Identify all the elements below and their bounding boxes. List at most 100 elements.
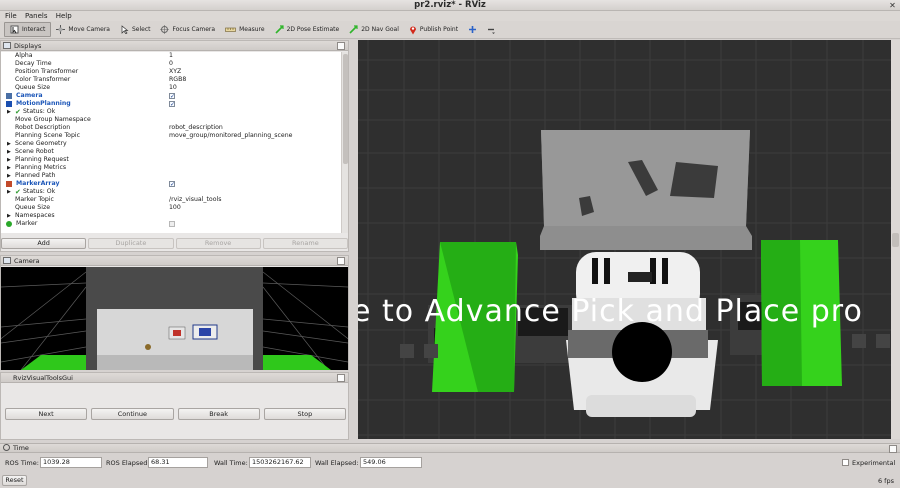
expand-arrow-icon[interactable]: ▶ xyxy=(7,140,11,148)
tool-remove[interactable] xyxy=(485,22,500,37)
menu-panels[interactable]: Panels xyxy=(22,11,51,21)
rviz-tools-float-toggle[interactable] xyxy=(337,374,345,382)
camera-panel: Camera xyxy=(0,255,349,370)
display-row-name: Camera xyxy=(16,92,43,99)
camera-image-view[interactable] xyxy=(1,267,348,370)
rviz-visual-tools-title: RvizVisualToolsGui xyxy=(13,373,73,382)
rename-display-button[interactable]: Rename xyxy=(262,238,348,249)
duplicate-display-button[interactable]: Duplicate xyxy=(88,238,174,249)
status-ok-icon: ✔ xyxy=(15,188,21,196)
display-row[interactable]: Color Transformer RGB8 xyxy=(1,76,341,84)
display-row-value[interactable]: move_group/monitored_planning_scene xyxy=(169,132,292,140)
camera-float-toggle[interactable] xyxy=(337,257,345,265)
add-display-button[interactable]: Add xyxy=(1,238,87,249)
expand-arrow-icon[interactable]: ▶ xyxy=(7,164,11,172)
menu-file[interactable]: File xyxy=(0,11,20,21)
display-enable-checkbox[interactable]: ✓ xyxy=(169,101,175,108)
measure-icon xyxy=(225,27,236,32)
display-row[interactable]: ▶ ✔ Status: Ok xyxy=(1,108,341,116)
tool-interact[interactable]: Interact xyxy=(4,22,52,37)
display-enable-checkbox[interactable]: ✓ xyxy=(169,181,175,188)
time-panel-header: Time xyxy=(0,443,900,453)
motion-planning-icon xyxy=(6,101,12,107)
expand-arrow-icon[interactable]: ▶ xyxy=(7,212,11,220)
panel-splitter[interactable] xyxy=(350,40,358,439)
display-row[interactable]: Alpha 1 xyxy=(1,52,341,60)
display-row[interactable]: ▶ Planned Path xyxy=(1,172,341,180)
display-row[interactable]: ▶ Namespaces xyxy=(1,212,341,220)
marker-array-icon xyxy=(6,181,12,187)
display-row-value[interactable]: RGB8 xyxy=(169,76,186,84)
display-row[interactable]: Queue Size 10 xyxy=(1,84,341,92)
display-row-value[interactable]: 1 xyxy=(169,52,173,60)
display-row-value[interactable]: 10 xyxy=(169,84,177,92)
display-row[interactable]: Queue Size 100 xyxy=(1,204,341,212)
window-title-bar: pr2.rviz* - RViz ✕ xyxy=(0,0,900,11)
display-row[interactable]: Marker Topic/rviz_visual_tools xyxy=(1,196,341,204)
display-row[interactable]: ▶ Scene Robot xyxy=(1,148,341,156)
tool-select[interactable]: Select xyxy=(115,22,156,37)
display-row[interactable]: Robot Description robot_description xyxy=(1,124,341,132)
rviz-visual-tools-panel: RvizVisualToolsGui Next Continue Break S… xyxy=(0,372,349,440)
view-scrollbar[interactable] xyxy=(891,40,900,439)
break-button[interactable]: Break xyxy=(177,408,260,420)
menu-help[interactable]: Help xyxy=(53,11,75,21)
tool-add[interactable] xyxy=(463,22,485,37)
fps-readout: 6 fps xyxy=(877,477,894,485)
display-row-value[interactable]: XYZ xyxy=(169,68,181,76)
close-icon[interactable]: ✕ xyxy=(888,1,897,10)
display-row-name: Marker Topic xyxy=(15,196,54,203)
display-row-name: Scene Robot xyxy=(15,148,54,155)
display-row[interactable]: Decay Time 0 xyxy=(1,60,341,68)
tool-publish-point[interactable]: Publish Point xyxy=(404,22,463,37)
display-enable-checkbox[interactable] xyxy=(169,221,175,227)
time-float-toggle[interactable] xyxy=(889,445,897,453)
tool-measure[interactable]: Measure xyxy=(220,22,270,37)
tool-focus-camera[interactable]: Focus Camera xyxy=(155,22,220,37)
expand-arrow-icon[interactable]: ▶ xyxy=(7,156,11,164)
displays-scrollbar[interactable] xyxy=(341,52,348,233)
display-row-value[interactable]: /rviz_visual_tools xyxy=(169,196,221,204)
camera-display-icon xyxy=(6,93,12,99)
display-row[interactable]: Position Transformer XYZ xyxy=(1,68,341,76)
display-row[interactable]: MotionPlanning ✓ xyxy=(1,100,341,108)
ros-time-field[interactable]: 1039.28 xyxy=(40,457,102,468)
stop-button[interactable]: Stop xyxy=(263,408,346,420)
tool-move-camera[interactable]: Move Camera xyxy=(51,22,115,37)
expand-arrow-icon[interactable]: ▶ xyxy=(7,148,11,156)
next-button[interactable]: Next xyxy=(5,408,88,420)
status-ok-icon: ✔ xyxy=(15,108,21,116)
display-row[interactable]: MarkerArray ✓ xyxy=(1,180,341,188)
continue-button[interactable]: Continue xyxy=(91,408,174,420)
display-row[interactable]: ▶ Planning Metrics xyxy=(1,164,341,172)
expand-arrow-icon[interactable]: ▶ xyxy=(7,172,11,180)
render-3d-view[interactable]: e to Advance Pick and Place pro xyxy=(358,40,891,439)
display-row[interactable]: Camera ✓ xyxy=(1,92,341,100)
expand-arrow-icon[interactable]: ▶ xyxy=(7,188,11,196)
menu-bar: File Panels Help xyxy=(0,11,900,21)
tool-2d-nav-goal[interactable]: 2D Nav Goal xyxy=(344,22,404,37)
wall-elapsed-field[interactable]: 549.06 xyxy=(360,457,422,468)
remove-display-button[interactable]: Remove xyxy=(175,238,261,249)
display-row[interactable]: ▶ ✔ Status: Ok xyxy=(1,188,341,196)
display-row-name: MarkerArray xyxy=(16,180,60,187)
ros-elapsed-field[interactable]: 68.31 xyxy=(148,457,208,468)
experimental-checkbox[interactable] xyxy=(842,459,849,466)
display-row-value[interactable]: 0 xyxy=(169,60,173,68)
display-row-value[interactable]: 100 xyxy=(169,204,181,212)
displays-float-toggle[interactable] xyxy=(337,42,345,50)
display-row-value[interactable]: robot_description xyxy=(169,124,223,132)
status-bar: Reset 6 fps xyxy=(0,474,900,488)
wall-time-field[interactable]: 1503262167.62 xyxy=(249,457,311,468)
expand-arrow-icon[interactable]: ▶ xyxy=(7,108,11,116)
display-row[interactable]: ▶ Planning Request xyxy=(1,156,341,164)
tool-2d-nav-goal-label: 2D Nav Goal xyxy=(361,26,399,33)
display-row[interactable]: Marker xyxy=(1,220,341,228)
tool-2d-pose-estimate[interactable]: 2D Pose Estimate xyxy=(270,22,345,37)
display-row[interactable]: ▶ Scene Geometry xyxy=(1,140,341,148)
reset-button[interactable]: Reset xyxy=(2,475,27,486)
display-row[interactable]: Move Group Namespace xyxy=(1,116,341,124)
display-enable-checkbox[interactable]: ✓ xyxy=(169,93,175,100)
ros-time-label: ROS Time: xyxy=(5,459,39,467)
display-row[interactable]: Planning Scene Topic move_group/monitored… xyxy=(1,132,341,140)
